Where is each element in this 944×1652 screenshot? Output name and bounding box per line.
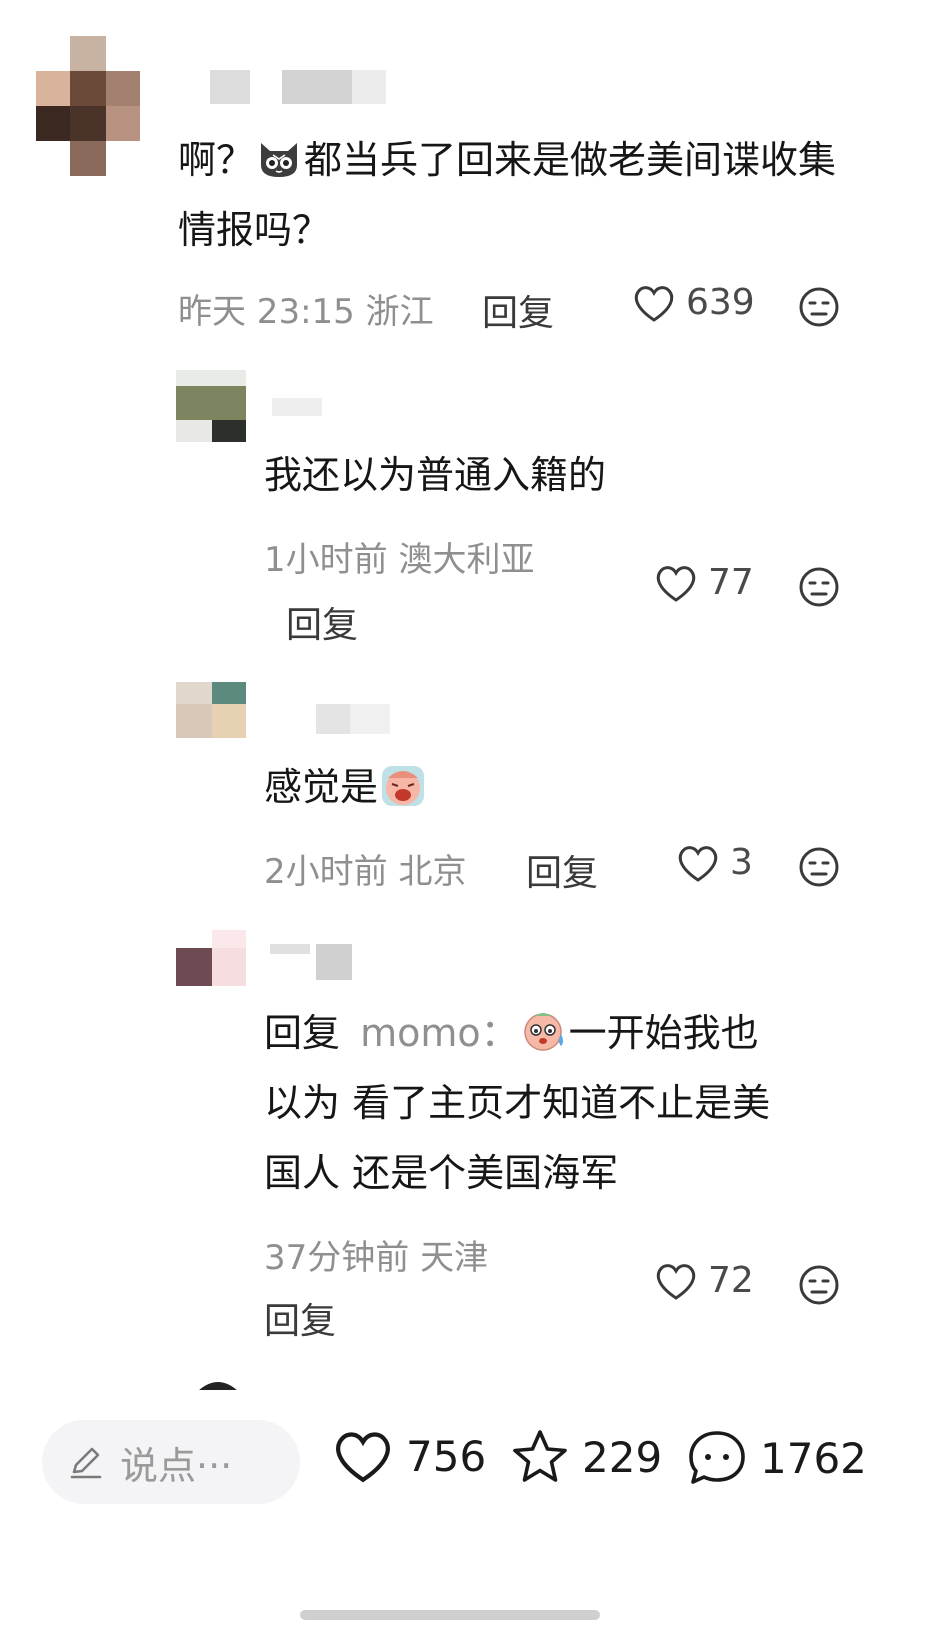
star-icon xyxy=(513,1430,567,1482)
username-redacted xyxy=(270,944,310,954)
like-count: 77 xyxy=(708,562,754,603)
sweat-face-emoji-icon xyxy=(521,1006,567,1052)
bottom-action-bar: 说点··· 756 229 1762 xyxy=(0,1420,944,1540)
like-total: 756 xyxy=(406,1431,487,1481)
home-indicator[interactable] xyxy=(300,1610,600,1620)
heart-icon xyxy=(656,565,696,602)
comment-input[interactable]: 说点··· xyxy=(42,1420,300,1504)
comment-text: 啊？ 都当兵了回来是做老美间谍收集情报吗？ xyxy=(178,125,868,265)
like-button[interactable]: 72 xyxy=(654,1260,754,1301)
comment-text: 回复 momo： 一开始我也 以为 看了主页才知道不止是美 国人 还是个美国海军 xyxy=(264,998,884,1208)
like-button[interactable]: 3 xyxy=(676,842,753,883)
favorite-total: 229 xyxy=(582,1432,663,1482)
like-count: 72 xyxy=(708,1260,754,1301)
pencil-icon xyxy=(70,1447,102,1479)
username-redacted xyxy=(272,398,322,416)
favorite-stat-button[interactable]: 229 xyxy=(510,1428,662,1486)
username-redacted xyxy=(210,70,250,104)
dislike-icon[interactable] xyxy=(798,846,840,888)
reply-button[interactable]: 回复 xyxy=(482,284,554,336)
dislike-icon[interactable] xyxy=(798,1264,840,1306)
avatar xyxy=(196,1376,240,1390)
reply-to-username[interactable]: momo xyxy=(360,1011,481,1055)
like-stat-button[interactable]: 756 xyxy=(332,1428,486,1484)
dislike-icon[interactable] xyxy=(798,566,840,608)
heart-icon xyxy=(656,1263,696,1300)
username-redacted xyxy=(316,704,350,734)
chat-bubble-icon xyxy=(689,1431,745,1484)
comment-meta: 2小时前 北京 xyxy=(264,852,467,892)
comment-meta: 37分钟前 天津 xyxy=(264,1238,489,1278)
comment-stat-button[interactable]: 1762 xyxy=(686,1428,867,1488)
username-redacted xyxy=(316,944,352,980)
like-count: 3 xyxy=(730,842,753,883)
reply-prefix: 回复 xyxy=(264,1011,341,1055)
facepalm-emoji-icon xyxy=(380,760,426,806)
like-button[interactable]: 77 xyxy=(654,562,754,603)
comment-input-placeholder: 说点··· xyxy=(120,1443,233,1488)
avatar[interactable] xyxy=(36,36,140,176)
like-count: 639 xyxy=(686,282,755,323)
like-button[interactable]: 639 xyxy=(632,282,755,323)
reply-button[interactable]: 回复 xyxy=(286,596,358,648)
heart-icon xyxy=(678,845,718,882)
avatar[interactable] xyxy=(176,930,246,986)
username-redacted xyxy=(350,704,390,734)
heart-icon xyxy=(336,1432,390,1483)
heart-icon xyxy=(634,285,674,322)
reply-button[interactable]: 回复 xyxy=(264,1292,336,1344)
avatar[interactable] xyxy=(176,682,246,738)
comment-meta: 1小时前 澳大利亚 xyxy=(264,540,535,580)
avatar[interactable] xyxy=(176,370,246,442)
username-redacted xyxy=(352,70,386,104)
cat-face-icon xyxy=(256,133,302,179)
comment-meta: 昨天 23:15 浙江 xyxy=(178,292,434,332)
comment-text: 感觉是 xyxy=(264,752,864,822)
comment-text: 我还以为普通入籍的 xyxy=(264,453,607,497)
reply-button[interactable]: 回复 xyxy=(526,844,598,896)
dislike-icon[interactable] xyxy=(798,286,840,328)
username-redacted xyxy=(282,70,352,104)
comment-total: 1762 xyxy=(760,1433,867,1483)
